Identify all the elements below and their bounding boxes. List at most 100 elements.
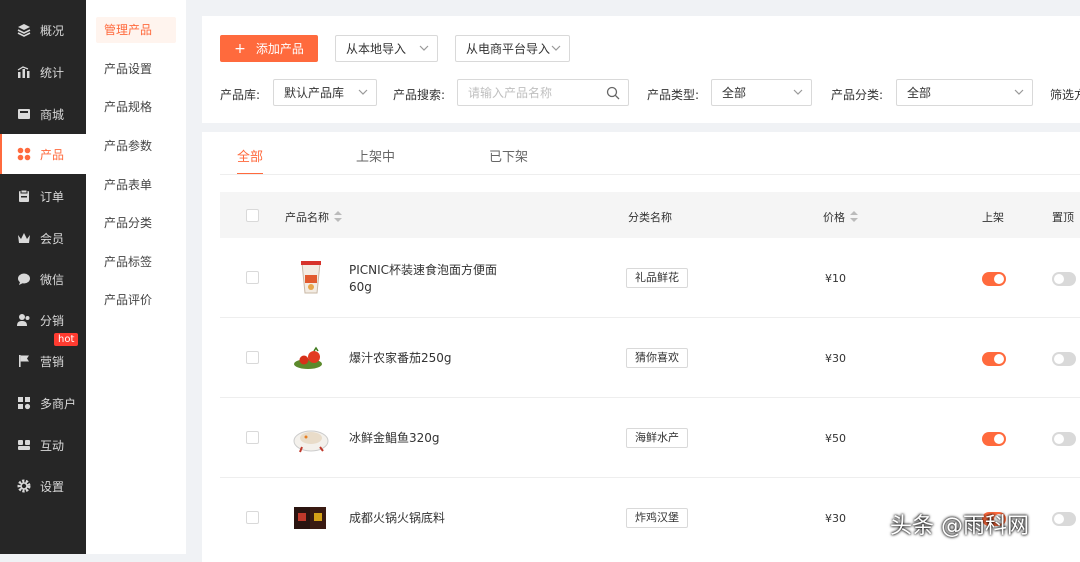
row-checkbox[interactable] bbox=[246, 511, 259, 524]
subnav-item-product-categories[interactable]: 产品分类 bbox=[96, 210, 176, 236]
nav-item-overview[interactable]: 概况 bbox=[0, 10, 86, 50]
category-select[interactable]: 全部 bbox=[896, 79, 1033, 106]
sort-icon[interactable] bbox=[850, 211, 858, 223]
nav-item-interaction[interactable]: 互动 bbox=[0, 425, 86, 465]
tab-listed[interactable]: 上架中 bbox=[356, 146, 395, 165]
nav-label: 概况 bbox=[40, 23, 65, 38]
product-thumbnail[interactable] bbox=[290, 417, 332, 459]
multi-store-icon bbox=[16, 395, 32, 411]
search-input[interactable]: 请输入产品名称 bbox=[457, 79, 629, 106]
sort-icon[interactable] bbox=[334, 211, 342, 223]
row-checkbox[interactable] bbox=[246, 271, 259, 284]
product-thumbnail[interactable] bbox=[290, 337, 332, 379]
listed-toggle[interactable] bbox=[982, 272, 1006, 286]
import-platform-dropdown[interactable]: 从电商平台导入 bbox=[455, 35, 570, 62]
category-tag: 海鲜水产 bbox=[626, 428, 688, 448]
subnav-item-product-params[interactable]: 产品参数 bbox=[96, 133, 176, 159]
product-name[interactable]: 冰鲜金鲳鱼320g bbox=[349, 430, 509, 447]
column-header-price[interactable]: 价格 bbox=[823, 209, 858, 225]
nav-item-settings[interactable]: 设置 bbox=[0, 466, 86, 506]
product-thumbnail[interactable] bbox=[290, 257, 332, 299]
nav-label: 会员 bbox=[40, 231, 65, 246]
column-header-name[interactable]: 产品名称 bbox=[285, 209, 342, 225]
nav-item-products[interactable]: 产品 bbox=[0, 134, 86, 174]
grid-icon bbox=[16, 146, 32, 162]
product-price: ¥10 bbox=[825, 272, 846, 285]
category-tag: 炸鸡汉堡 bbox=[626, 508, 688, 528]
subnav-item-manage-products[interactable]: 管理产品 bbox=[96, 17, 176, 43]
plus-icon: + bbox=[234, 40, 246, 57]
search-label: 产品搜索: bbox=[393, 88, 446, 102]
subnav-item-product-specs[interactable]: 产品规格 bbox=[96, 94, 176, 120]
store-icon bbox=[16, 106, 32, 122]
nav-label: 统计 bbox=[40, 65, 65, 80]
crown-icon bbox=[16, 230, 32, 246]
type-value: 全部 bbox=[722, 86, 747, 100]
chevron-down-icon bbox=[419, 45, 429, 51]
category-value: 全部 bbox=[907, 86, 932, 100]
nav-item-stats[interactable]: 统计 bbox=[0, 52, 86, 92]
select-all-checkbox[interactable] bbox=[246, 209, 259, 222]
chevron-down-icon bbox=[551, 45, 561, 51]
subnav-item-product-settings[interactable]: 产品设置 bbox=[96, 56, 176, 82]
product-thumbnail[interactable] bbox=[290, 497, 332, 539]
library-value: 默认产品库 bbox=[284, 86, 345, 100]
product-list-panel: 全部 上架中 已下架 产品名称 分类名称 价格 上架 置顶 PICNIC杯装速食… bbox=[202, 132, 1080, 562]
table-row: 冰鲜金鲳鱼320g 海鲜水产 ¥50 bbox=[220, 398, 1080, 478]
nav-label: 多商户 bbox=[40, 396, 77, 411]
subnav-item-product-reviews[interactable]: 产品评价 bbox=[96, 287, 176, 313]
nav-item-wechat[interactable]: 微信 bbox=[0, 259, 86, 299]
chart-icon bbox=[16, 64, 32, 80]
pin-toggle[interactable] bbox=[1052, 352, 1076, 366]
nav-label: 分销 bbox=[40, 313, 65, 328]
listed-toggle[interactable] bbox=[982, 432, 1006, 446]
search-placeholder: 请输入产品名称 bbox=[468, 86, 553, 100]
category-tag: 礼品鲜花 bbox=[626, 268, 688, 288]
users-icon bbox=[16, 312, 32, 328]
library-select[interactable]: 默认产品库 bbox=[273, 79, 377, 106]
search-icon[interactable] bbox=[606, 86, 620, 100]
nav-item-marketing[interactable]: 营销 hot bbox=[0, 333, 86, 381]
import-local-dropdown[interactable]: 从本地导入 bbox=[335, 35, 438, 62]
product-name[interactable]: PICNIC杯装速食泡面方便面60g bbox=[349, 262, 509, 296]
table-row: 爆汁农家番茄250g 猜你喜欢 ¥30 bbox=[220, 318, 1080, 398]
gear-icon bbox=[16, 478, 32, 494]
primary-sidebar: 概况 统计 商城 产品 订单 会员 微信 分销 营销 hot 多商户 互动 设置 bbox=[0, 0, 86, 554]
subnav-item-product-tags[interactable]: 产品标签 bbox=[96, 249, 176, 275]
secondary-sidebar: 管理产品 产品设置 产品规格 产品参数 产品表单 产品分类 产品标签 产品评价 bbox=[86, 0, 186, 554]
nav-item-multi-merchant[interactable]: 多商户 bbox=[0, 383, 86, 423]
interact-icon bbox=[16, 437, 32, 453]
layers-icon bbox=[16, 22, 32, 38]
pin-toggle[interactable] bbox=[1052, 432, 1076, 446]
nav-item-members[interactable]: 会员 bbox=[0, 218, 86, 258]
listed-toggle[interactable] bbox=[982, 352, 1006, 366]
product-name[interactable]: 爆汁农家番茄250g bbox=[349, 350, 509, 367]
watermark: 头条 @雨科网 bbox=[890, 514, 1029, 539]
chevron-down-icon bbox=[1014, 89, 1024, 95]
import-platform-label: 从电商平台导入 bbox=[466, 42, 551, 56]
import-local-label: 从本地导入 bbox=[346, 42, 407, 56]
product-name[interactable]: 成都火锅火锅底料 bbox=[349, 510, 509, 527]
nav-label: 微信 bbox=[40, 272, 65, 287]
nav-label: 商城 bbox=[40, 107, 65, 122]
subnav-item-product-forms[interactable]: 产品表单 bbox=[96, 172, 176, 198]
row-checkbox[interactable] bbox=[246, 351, 259, 364]
tab-divider bbox=[220, 174, 1080, 175]
nav-item-store[interactable]: 商城 bbox=[0, 94, 86, 134]
table-row: PICNIC杯装速食泡面方便面60g 礼品鲜花 ¥10 bbox=[220, 238, 1080, 318]
add-product-button[interactable]: + 添加产品 bbox=[220, 35, 318, 62]
row-checkbox[interactable] bbox=[246, 431, 259, 444]
hot-badge: hot bbox=[54, 333, 79, 346]
type-select[interactable]: 全部 bbox=[711, 79, 812, 106]
type-label: 产品类型: bbox=[647, 88, 700, 102]
add-product-label: 添加产品 bbox=[255, 42, 304, 56]
nav-label: 订单 bbox=[40, 189, 65, 204]
column-header-pinned: 置顶 bbox=[1052, 211, 1074, 224]
nav-item-orders[interactable]: 订单 bbox=[0, 176, 86, 216]
pin-toggle[interactable] bbox=[1052, 272, 1076, 286]
flag-icon bbox=[16, 353, 32, 369]
tab-unlisted[interactable]: 已下架 bbox=[489, 146, 528, 165]
tab-all[interactable]: 全部 bbox=[237, 146, 263, 165]
column-header-listed: 上架 bbox=[982, 211, 1004, 224]
pin-toggle[interactable] bbox=[1052, 512, 1076, 526]
